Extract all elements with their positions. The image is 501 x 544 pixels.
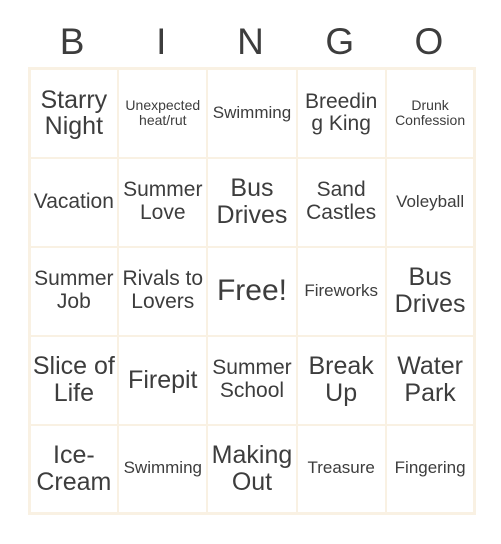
bingo-cell-label: Voleyball xyxy=(396,191,465,211)
header-letter-i: I xyxy=(156,21,167,62)
bingo-cell-label: Swimming xyxy=(123,458,202,478)
bingo-cell[interactable]: Summer School xyxy=(206,334,298,426)
bingo-cell-label: Rivals to Lovers xyxy=(122,267,204,313)
bingo-cell[interactable]: Unexpected heat/rut xyxy=(117,67,209,159)
bingo-cell-label: Ice-Cream xyxy=(36,441,112,496)
header-letter-g: G xyxy=(325,21,355,62)
bingo-cell[interactable]: Rivals to Lovers xyxy=(117,245,209,337)
bingo-cell-label: Drunk Confession xyxy=(395,96,466,129)
bingo-cell[interactable]: Sand Castles xyxy=(295,156,387,248)
bingo-cell-free[interactable]: Free! xyxy=(206,245,298,337)
bingo-cell-label: Treasure xyxy=(307,458,375,478)
bingo-cell[interactable]: Bus Drives xyxy=(206,156,298,248)
bingo-cell[interactable]: Fingering xyxy=(384,423,476,515)
bingo-card: B I N G O Starry Night Unexpected heat/r… xyxy=(0,0,501,544)
bingo-cell[interactable]: Drunk Confession xyxy=(384,67,476,159)
bingo-cell-label: Slice of Life xyxy=(32,352,115,407)
bingo-cell-label: Breeding King xyxy=(304,89,378,136)
bingo-row: Starry Night Unexpected heat/rut Swimmin… xyxy=(27,67,476,159)
bingo-cell-label: Firepit xyxy=(128,365,198,394)
bingo-cell-label: Fingering xyxy=(394,458,466,478)
bingo-cell-label: Summer School xyxy=(212,356,292,402)
bingo-grid: Starry Night Unexpected heat/rut Swimmin… xyxy=(27,67,477,515)
bingo-row: Summer Job Rivals to Lovers Free! Firewo… xyxy=(27,245,476,337)
bingo-header: B I N G O xyxy=(28,0,474,62)
bingo-cell[interactable]: Summer Job xyxy=(27,245,120,337)
bingo-cell-label: Free! xyxy=(216,274,287,308)
bingo-cell-label: Swimming xyxy=(212,102,292,122)
bingo-cell[interactable]: Water Park xyxy=(384,334,476,426)
bingo-cell[interactable]: Making Out xyxy=(206,423,298,515)
header-letter-b: B xyxy=(59,21,85,62)
bingo-cell-label: Starry Night xyxy=(40,85,108,141)
bingo-cell-label: Fireworks xyxy=(304,280,378,300)
bingo-cell[interactable]: Treasure xyxy=(295,423,387,515)
bingo-cell[interactable]: Break Up xyxy=(295,334,387,426)
bingo-cell-label: Water Park xyxy=(397,352,463,407)
bingo-cell[interactable]: Bus Drives xyxy=(384,245,476,337)
bingo-row: Vacation Summer Love Bus Drives Sand Cas… xyxy=(27,156,476,248)
bingo-row: Slice of Life Firepit Summer School Brea… xyxy=(27,334,476,426)
bingo-cell-label: Sand Castles xyxy=(306,178,377,224)
bingo-cell[interactable]: Breeding King xyxy=(295,67,387,159)
bingo-row: Ice-Cream Swimming Making Out Treasure F… xyxy=(27,423,476,515)
bingo-cell[interactable]: Starry Night xyxy=(27,67,120,159)
bingo-cell-label: Vacation xyxy=(33,189,114,213)
bingo-cell[interactable]: Swimming xyxy=(206,67,298,159)
header-letter-o: O xyxy=(414,21,444,62)
bingo-cell[interactable]: Firepit xyxy=(117,334,209,426)
bingo-cell-label: Unexpected heat/rut xyxy=(125,96,201,129)
bingo-cell[interactable]: Summer Love xyxy=(117,156,209,248)
bingo-cell[interactable]: Vacation xyxy=(27,156,120,248)
bingo-cell-label: Summer Job xyxy=(34,267,114,313)
bingo-cell-label: Bus Drives xyxy=(216,174,288,229)
bingo-cell[interactable]: Ice-Cream xyxy=(27,423,120,515)
header-letter-n: N xyxy=(237,21,264,62)
bingo-cell-label: Break Up xyxy=(308,352,374,407)
bingo-cell[interactable]: Fireworks xyxy=(295,245,387,337)
bingo-cell[interactable]: Swimming xyxy=(117,423,209,515)
bingo-cell[interactable]: Slice of Life xyxy=(27,334,120,426)
bingo-cell-label: Making Out xyxy=(211,441,293,496)
bingo-cell-label: Summer Love xyxy=(123,178,203,224)
bingo-cell-label: Bus Drives xyxy=(394,263,466,318)
bingo-cell[interactable]: Voleyball xyxy=(384,156,476,248)
bingo-grid-wrapper: Starry Night Unexpected heat/rut Swimmin… xyxy=(27,67,477,515)
